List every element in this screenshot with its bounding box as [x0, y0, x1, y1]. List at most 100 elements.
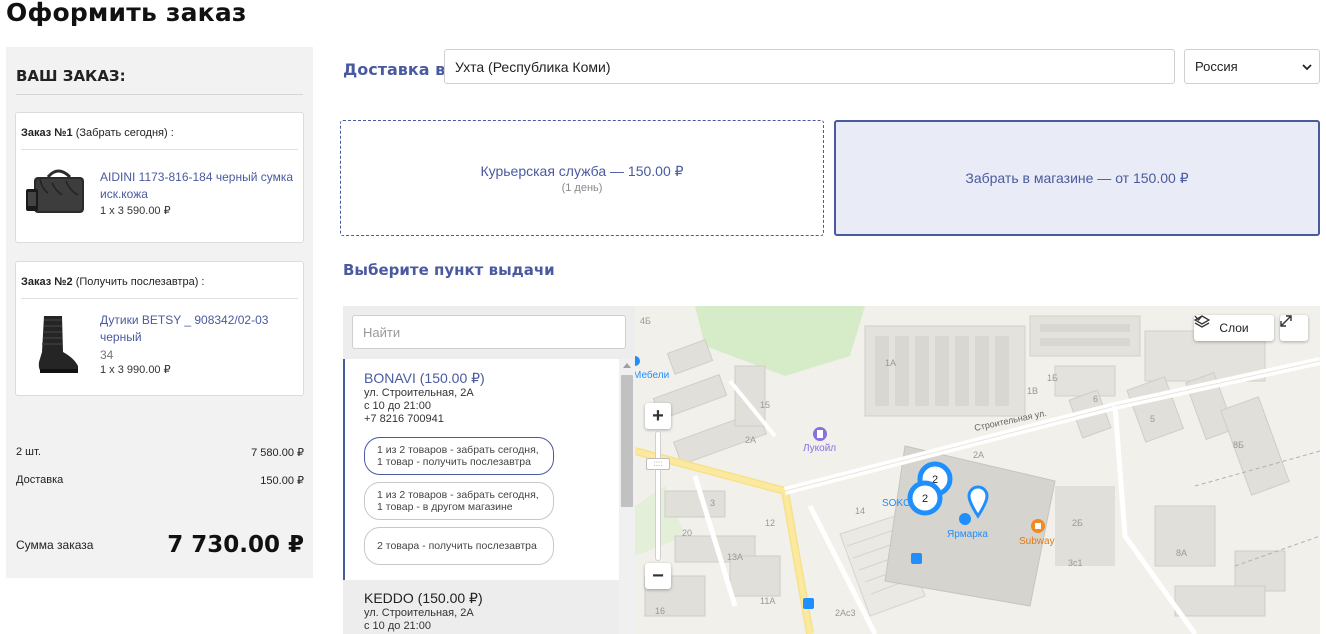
pickup-point-marker-icon[interactable] — [967, 485, 989, 519]
restaurant-icon[interactable] — [1031, 519, 1045, 533]
pickup-choice-button-1[interactable]: 1 из 2 товаров - забрать сегодня, 1 това… — [364, 437, 554, 475]
order-2-size: 34 — [100, 348, 114, 362]
order-1-quantity-price: 1 x 3 590.00 ₽ — [100, 205, 171, 217]
bus-stop-icon[interactable] — [803, 598, 814, 609]
list-scrollbar[interactable] — [619, 359, 635, 634]
courier-option-subtitle: (1 день) — [561, 181, 603, 194]
delivery-option-courier[interactable]: Курьерская служба — 150.00 ₽ (1 день) — [340, 120, 824, 236]
order-1-header: Заказ №1 (Забрать сегодня) : — [21, 127, 174, 139]
building-number-label: 15 — [760, 400, 770, 410]
building-number-label: 1Б — [1047, 373, 1058, 383]
layers-label: Слои — [1219, 321, 1249, 335]
building-number-label: 12 — [765, 518, 775, 528]
cluster-count: 2 — [922, 493, 928, 505]
pickup-point-hours: с 10 до 21:00 — [364, 400, 431, 412]
zoom-in-button[interactable]: + — [645, 403, 671, 429]
building-number-label: 4Б — [640, 316, 651, 326]
pickup-point-keddo[interactable]: KEDDO (150.00 ₽) ул. Строительная, 2А с … — [343, 582, 619, 634]
items-total-row: 2 шт. 7 580.00 ₽ — [16, 446, 304, 459]
poi-label-yarmarka: Ярмарка — [947, 529, 988, 540]
order-total-row: Сумма заказа 7 730.00 ₽ — [16, 532, 304, 558]
building-number-label: 1В — [1027, 386, 1038, 396]
shopping-icon[interactable] — [959, 513, 971, 525]
choice-line-2: 1 товар - в другом магазине — [377, 501, 513, 513]
page-title: Оформить заказ — [6, 0, 247, 27]
order-heading: ВАШ ЗАКАЗ: — [16, 67, 126, 85]
pickup-points-list: BONAVI (150.00 ₽) ул. Строительная, 2А с… — [343, 306, 635, 634]
order-1-note: (Забрать сегодня) : — [75, 127, 174, 139]
building-number-label: 3с1 — [1068, 558, 1083, 568]
bus-stop-icon[interactable] — [911, 553, 922, 564]
building-number-label: 2А — [973, 450, 984, 460]
pickup-point-address: ул. Строительная, 2А — [364, 607, 474, 619]
items-count-label: 2 шт. — [16, 446, 41, 458]
building-number-label: 16 — [655, 606, 665, 616]
expand-icon — [1280, 315, 1292, 327]
building-number-label: 1А — [885, 358, 896, 368]
building-number-label: 6 — [1093, 394, 1098, 404]
boot-icon — [22, 312, 86, 376]
delivery-option-pickup[interactable]: Забрать в магазине — от 150.00 ₽ — [834, 120, 1320, 236]
building-number-label: 2Ас3 — [835, 608, 856, 618]
order-card-1: Заказ №1 (Забрать сегодня) : AIDINI 1173… — [15, 112, 304, 243]
pickup-point-name: KEDDO (150.00 ₽) — [364, 590, 483, 606]
pickup-point-phone: +7 8216 700941 — [364, 413, 444, 425]
choice-line-1: 2 товара - получить послезавтра — [377, 540, 537, 552]
layers-button[interactable]: Слои — [1194, 315, 1274, 341]
furniture-poi-icon[interactable] — [635, 356, 640, 366]
courier-option-title: Курьерская служба — 150.00 ₽ — [480, 162, 684, 179]
building-number-label: 3 — [710, 498, 715, 508]
pickup-point-name: BONAVI (150.00 ₽) — [364, 370, 485, 386]
building-number-label: 8Б — [1233, 440, 1244, 450]
city-input[interactable] — [444, 49, 1175, 84]
bag-icon — [22, 161, 86, 225]
choice-line-2: 1 товар - получить послезавтра — [377, 456, 531, 468]
chevron-down-icon — [1302, 64, 1312, 71]
zoom-slider-track[interactable] — [655, 431, 661, 561]
pickup-cluster-marker[interactable]: 2 — [907, 480, 943, 516]
building-number-label: 14 — [855, 506, 865, 516]
pickup-choice-button-2[interactable]: 1 из 2 товаров - забрать сегодня, 1 това… — [364, 482, 554, 520]
building-number-label: 11А — [760, 596, 775, 606]
delivery-cost-label: Доставка — [16, 474, 64, 486]
order-total-value: 7 730.00 ₽ — [167, 532, 304, 558]
zoom-slider-handle[interactable]: :::: — [646, 458, 670, 470]
order-card-2: Заказ №2 (Получить послезавтра) : Дутики… — [15, 261, 304, 396]
chevron-down-icon — [1194, 315, 1203, 321]
choice-line-1: 1 из 2 товаров - забрать сегодня, — [377, 489, 539, 501]
scrollbar-thumb[interactable] — [621, 375, 633, 507]
building-number-label: 20 — [682, 528, 692, 538]
order-2-product-link[interactable]: Дутики BETSY _ 908342/02-03 черный — [100, 312, 296, 346]
divider — [16, 94, 303, 95]
divider — [21, 298, 298, 299]
order-2-quantity-price: 1 x 3 990.00 ₽ — [100, 364, 171, 376]
fuel-station-icon[interactable] — [813, 427, 827, 441]
pickup-search-input[interactable] — [352, 315, 626, 349]
items-total-value: 7 580.00 ₽ — [251, 447, 304, 459]
building-number-label: 13А — [727, 552, 743, 562]
scroll-up-arrow-icon[interactable] — [623, 363, 631, 368]
pickup-point-bonavi[interactable]: BONAVI (150.00 ₽) ул. Строительная, 2А с… — [343, 359, 619, 580]
building-number-label: 2Б — [1072, 518, 1083, 528]
building-number-label: 5 — [1150, 414, 1155, 424]
choice-line-1: 1 из 2 товаров - забрать сегодня, — [377, 444, 539, 456]
country-selected-value: Россия — [1195, 59, 1238, 74]
zoom-out-button[interactable]: − — [645, 563, 671, 589]
order-2-title: Заказ №2 — [21, 276, 73, 288]
order-1-product-link[interactable]: AIDINI 1173-816-184 черный сумка иск.кож… — [100, 169, 296, 203]
pickup-choice-button-3[interactable]: 2 товара - получить послезавтра — [364, 527, 554, 565]
order-2-header: Заказ №2 (Получить послезавтра) : — [21, 276, 204, 288]
map-overlay: 4Б5А1А1Б1В658Б152А2А2Б314122013А1611А2Ас… — [635, 314, 1244, 618]
pickup-option-title: Забрать в магазине — от 150.00 ₽ — [965, 169, 1189, 186]
delivery-cost-value: 150.00 ₽ — [260, 475, 304, 487]
country-select[interactable]: Россия — [1184, 49, 1320, 84]
poi-label-soko: SOKO — [882, 498, 911, 509]
street-label: Строительная ул. — [973, 408, 1047, 433]
building-number-label: 8А — [1176, 548, 1187, 558]
order-2-note: (Получить послезавтра) : — [75, 276, 205, 288]
fullscreen-button[interactable] — [1280, 315, 1308, 341]
map-canvas[interactable]: 4Б5А1А1Б1В658Б152А2А2Б314122013А1611А2Ас… — [635, 306, 1320, 634]
order-summary-panel: ВАШ ЗАКАЗ: Заказ №1 (Забрать сегодня) : … — [6, 47, 313, 578]
poi-label-subway: Subway — [1019, 536, 1055, 547]
pickup-point-address: ул. Строительная, 2А — [364, 387, 474, 399]
